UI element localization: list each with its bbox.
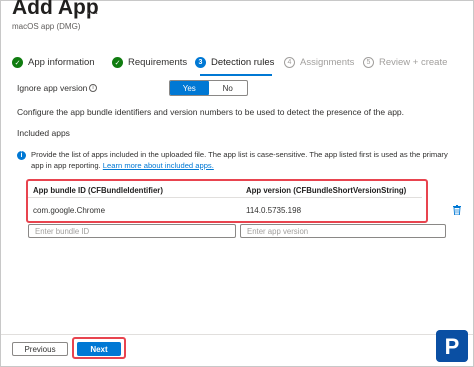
toggle-yes[interactable]: Yes (170, 81, 209, 95)
header-divider (28, 197, 422, 198)
step-label: Assignments (300, 57, 355, 68)
info-icon: i (17, 151, 26, 160)
step-label: Review + create (379, 57, 448, 68)
step-requirements[interactable]: ✓ Requirements (112, 57, 187, 68)
step-label: Requirements (128, 57, 188, 68)
more-options-button[interactable]: … (86, 2, 100, 17)
footer-divider (1, 334, 473, 335)
ignore-version-label: Ignore app version (17, 83, 88, 93)
included-apps-label: Included apps (17, 128, 70, 138)
learn-more-link[interactable]: Learn more about included apps. (103, 161, 214, 170)
row-app-version: 114.0.5735.198 (246, 206, 302, 215)
step-number-icon: 3 (195, 57, 206, 68)
step-assignments[interactable]: 4 Assignments (284, 57, 354, 68)
logo-letter: P (445, 334, 460, 359)
step-detection-rules[interactable]: 3 Detection rules (195, 57, 274, 68)
active-step-underline (200, 74, 272, 76)
trash-icon[interactable] (453, 205, 461, 215)
description-text: Configure the app bundle identifiers and… (17, 107, 405, 117)
check-icon: ✓ (112, 57, 123, 68)
step-app-information[interactable]: ✓ App information (12, 57, 95, 68)
step-label: App information (28, 57, 95, 68)
step-label: Detection rules (211, 57, 275, 68)
next-button[interactable]: Next (77, 342, 121, 356)
column-header-bundle-id: App bundle ID (CFBundleIdentifier) (33, 186, 163, 195)
ignore-version-toggle[interactable]: Yes No (169, 80, 248, 96)
prajwal-logo-icon: P (436, 330, 468, 362)
previous-button[interactable]: Previous (12, 342, 68, 356)
step-review-create[interactable]: 5 Review + create (363, 57, 447, 68)
app-version-input[interactable] (240, 224, 446, 238)
step-number-icon: 4 (284, 57, 295, 68)
info-icon[interactable]: i (89, 84, 97, 92)
column-header-app-version: App version (CFBundleShortVersionString) (246, 186, 407, 195)
page-subtitle: macOS app (DMG) (12, 22, 81, 31)
bundle-id-input[interactable] (28, 224, 236, 238)
check-icon: ✓ (12, 57, 23, 68)
toggle-no[interactable]: No (209, 81, 248, 95)
info-message: Provide the list of apps included in the… (31, 150, 456, 171)
row-bundle-id: com.google.Chrome (33, 206, 106, 215)
info-text: Provide the list of apps included in the… (31, 150, 448, 170)
step-number-icon: 5 (363, 57, 374, 68)
